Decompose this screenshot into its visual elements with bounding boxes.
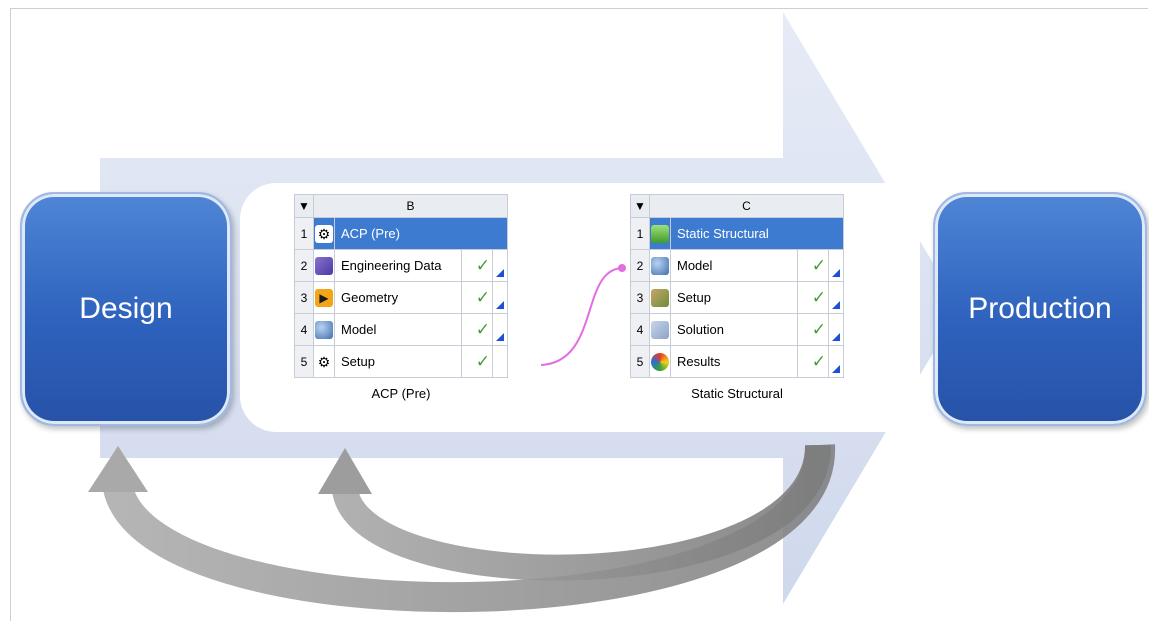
row-number: 2 — [294, 249, 314, 282]
system-row[interactable]: 5 Results ✓ — [630, 345, 844, 378]
system-row[interactable]: 4 Solution ✓ — [630, 313, 844, 346]
system-row[interactable]: 1 Static Structural — [630, 217, 844, 250]
production-label: Production — [968, 292, 1112, 325]
design-box: Design — [20, 192, 232, 426]
gears-icon: ⚙ — [313, 345, 335, 378]
row-status-triangle-icon — [828, 313, 844, 346]
production-box: Production — [933, 192, 1147, 426]
row-label: Results — [670, 345, 798, 378]
row-number: 1 — [630, 217, 650, 250]
engineering-data-icon — [313, 249, 335, 282]
system-static-structural[interactable]: ▼ C 1 Static Structural 2 Model ✓ 3 Setu… — [630, 194, 844, 401]
row-label: Solution — [670, 313, 798, 346]
row-status-triangle-icon — [828, 281, 844, 314]
row-status-triangle-icon — [492, 249, 508, 282]
row-label: Static Structural — [670, 217, 844, 250]
system-row[interactable]: 3 ▶ Geometry ✓ — [294, 281, 508, 314]
row-status-empty — [492, 345, 508, 378]
system-row[interactable]: 3 Setup ✓ — [630, 281, 844, 314]
row-label: Geometry — [334, 281, 462, 314]
row-status-triangle-icon — [828, 249, 844, 282]
model-icon — [649, 249, 671, 282]
check-icon: ✓ — [797, 345, 829, 378]
results-icon — [649, 345, 671, 378]
feedback-arrows — [88, 444, 836, 613]
row-label: Engineering Data — [334, 249, 462, 282]
system-row[interactable]: 2 Model ✓ — [630, 249, 844, 282]
gears-icon: ⚙ — [313, 217, 335, 250]
design-label: Design — [79, 292, 173, 325]
row-label: Setup — [670, 281, 798, 314]
setup-icon — [649, 281, 671, 314]
model-icon — [313, 313, 335, 346]
static-structural-icon — [649, 217, 671, 250]
row-label: Setup — [334, 345, 462, 378]
check-icon: ✓ — [797, 249, 829, 282]
check-icon: ✓ — [461, 249, 493, 282]
check-icon: ✓ — [797, 313, 829, 346]
system-row[interactable]: 5 ⚙ Setup ✓ — [294, 345, 508, 378]
row-number: 2 — [630, 249, 650, 282]
system-column-letter: C — [649, 194, 844, 218]
row-number: 5 — [630, 345, 650, 378]
geometry-icon: ▶ — [313, 281, 335, 314]
check-icon: ✓ — [461, 281, 493, 314]
solution-icon — [649, 313, 671, 346]
system-menu-button[interactable]: ▼ — [630, 194, 650, 218]
system-caption[interactable]: Static Structural — [630, 386, 844, 401]
system-caption[interactable]: ACP (Pre) — [294, 386, 508, 401]
feedback-arrow-outer — [103, 444, 836, 613]
check-icon: ✓ — [461, 345, 493, 378]
row-number: 1 — [294, 217, 314, 250]
row-label: ACP (Pre) — [334, 217, 508, 250]
row-number: 4 — [630, 313, 650, 346]
system-row[interactable]: 1 ⚙ ACP (Pre) — [294, 217, 508, 250]
row-number: 3 — [294, 281, 314, 314]
row-number: 3 — [630, 281, 650, 314]
row-number: 4 — [294, 313, 314, 346]
row-label: Model — [670, 249, 798, 282]
system-row[interactable]: 4 Model ✓ — [294, 313, 508, 346]
row-status-triangle-icon — [492, 313, 508, 346]
row-number: 5 — [294, 345, 314, 378]
system-column-letter: B — [313, 194, 508, 218]
check-icon: ✓ — [461, 313, 493, 346]
system-menu-button[interactable]: ▼ — [294, 194, 314, 218]
row-label: Model — [334, 313, 462, 346]
system-row[interactable]: 2 Engineering Data ✓ — [294, 249, 508, 282]
row-status-triangle-icon — [828, 345, 844, 378]
check-icon: ✓ — [797, 281, 829, 314]
system-acp-pre[interactable]: ▼ B 1 ⚙ ACP (Pre) 2 Engineering Data ✓ 3… — [294, 194, 508, 401]
row-status-triangle-icon — [492, 281, 508, 314]
